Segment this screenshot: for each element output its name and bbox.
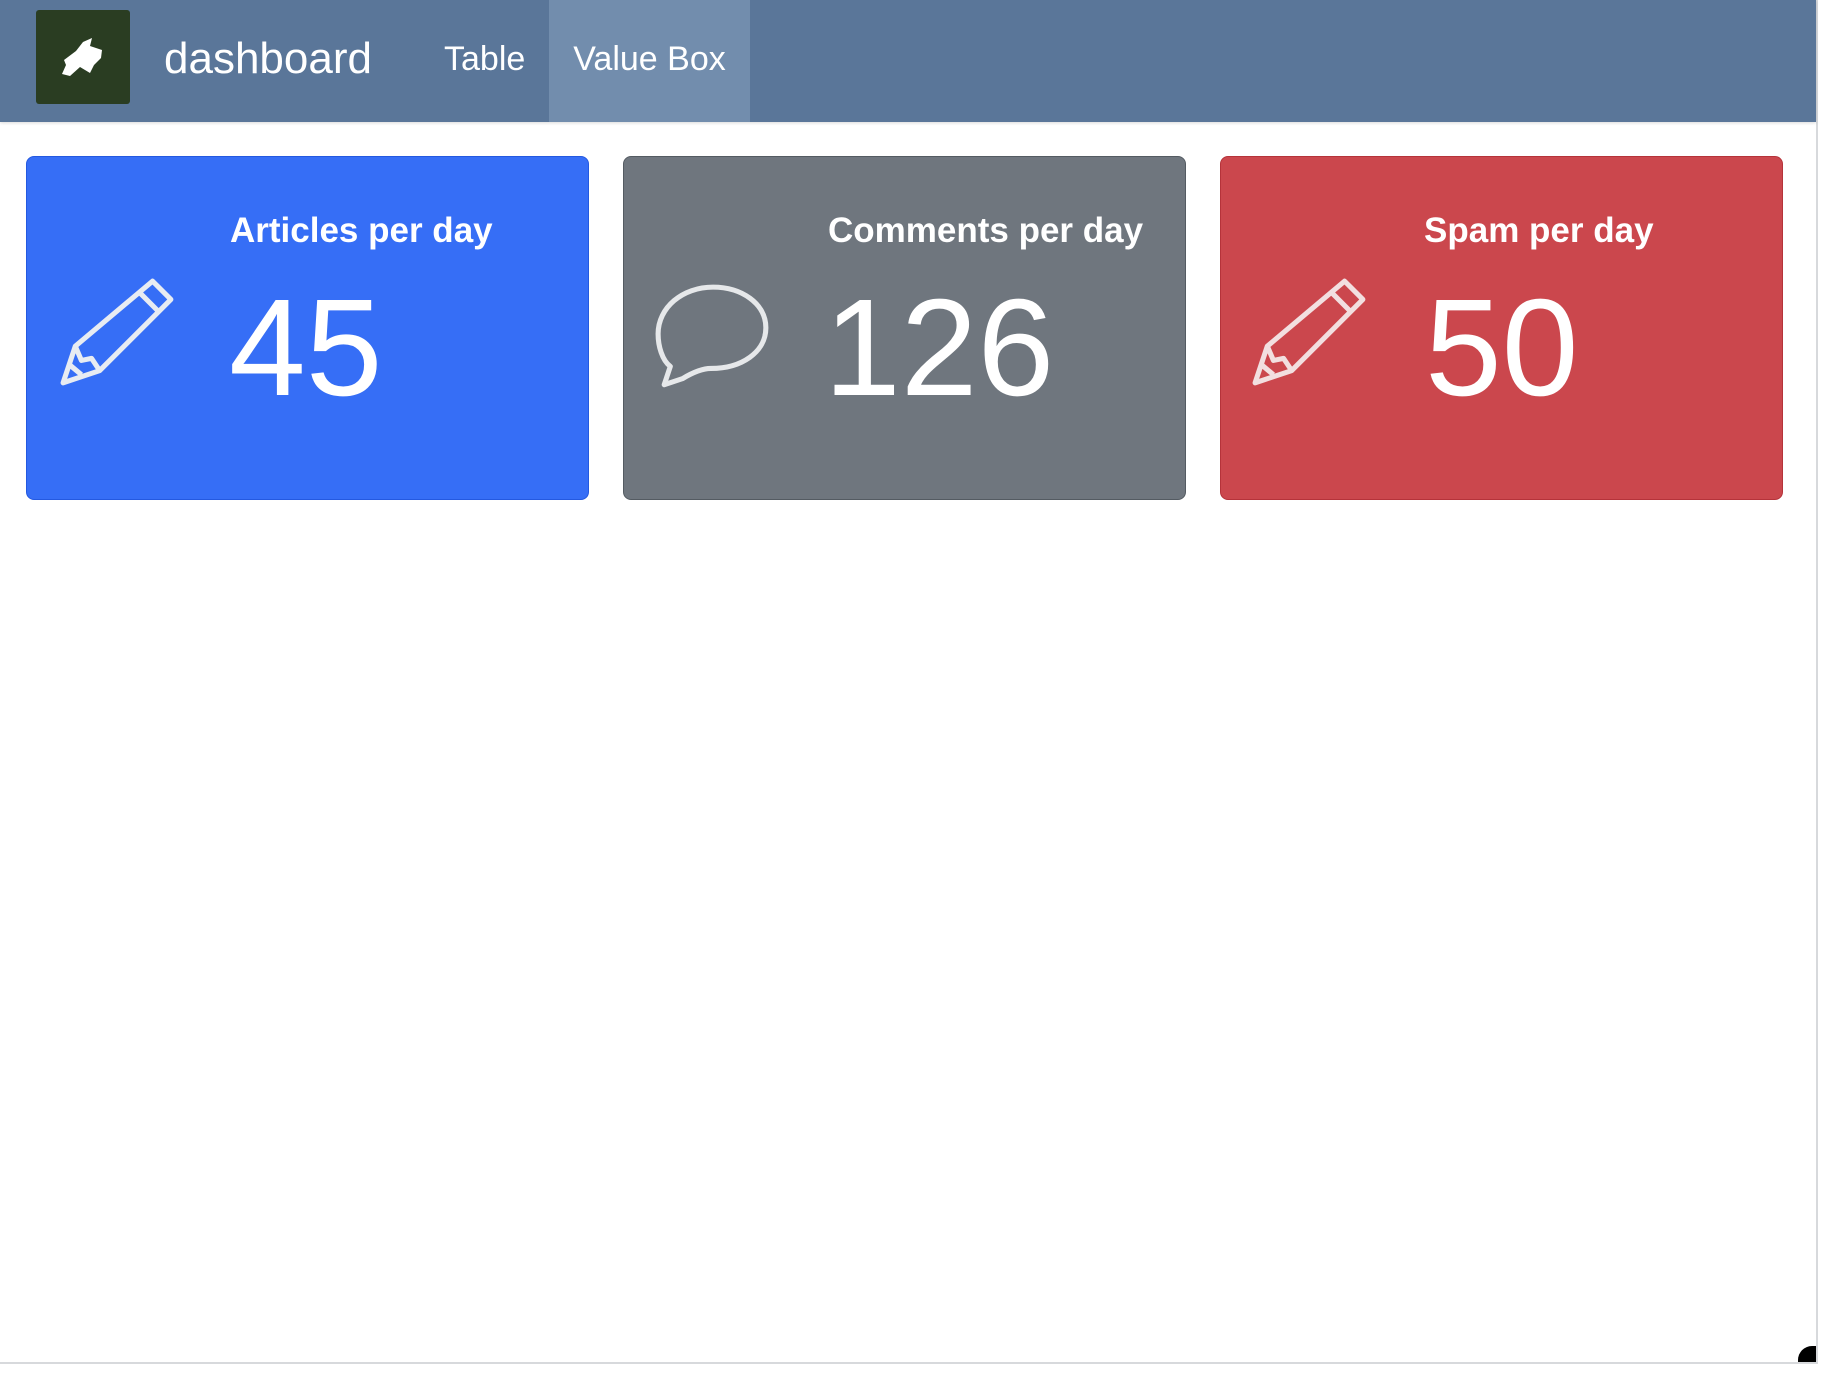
value-box-articles: Articles per day 45 (26, 156, 589, 500)
box-value: 50 (1425, 271, 1579, 425)
app-title[interactable]: dashboard (164, 0, 420, 122)
speech-bubble-icon (655, 284, 769, 388)
app-window: dashboard Table Value Box Articles per d… (0, 0, 1818, 1364)
pencil-icon (60, 278, 174, 386)
value-box-row: Articles per day 45 Comments per day 126… (26, 156, 1783, 500)
tab-value-box[interactable]: Value Box (549, 0, 750, 122)
navbar: dashboard Table Value Box (0, 0, 1816, 122)
box-title: Spam per day (1424, 211, 1654, 250)
window-resize-corner[interactable] (1798, 1346, 1816, 1362)
logo[interactable] (36, 10, 130, 104)
pencil-icon (1252, 278, 1366, 386)
tab-table[interactable]: Table (420, 0, 549, 122)
box-title: Comments per day (828, 211, 1144, 250)
box-title: Articles per day (230, 211, 493, 250)
leaf-icon (62, 38, 102, 76)
value-box-spam: Spam per day 50 (1220, 156, 1783, 500)
box-value: 45 (229, 271, 383, 425)
value-box-comments: Comments per day 126 (623, 156, 1186, 500)
box-value: 126 (824, 271, 1055, 425)
